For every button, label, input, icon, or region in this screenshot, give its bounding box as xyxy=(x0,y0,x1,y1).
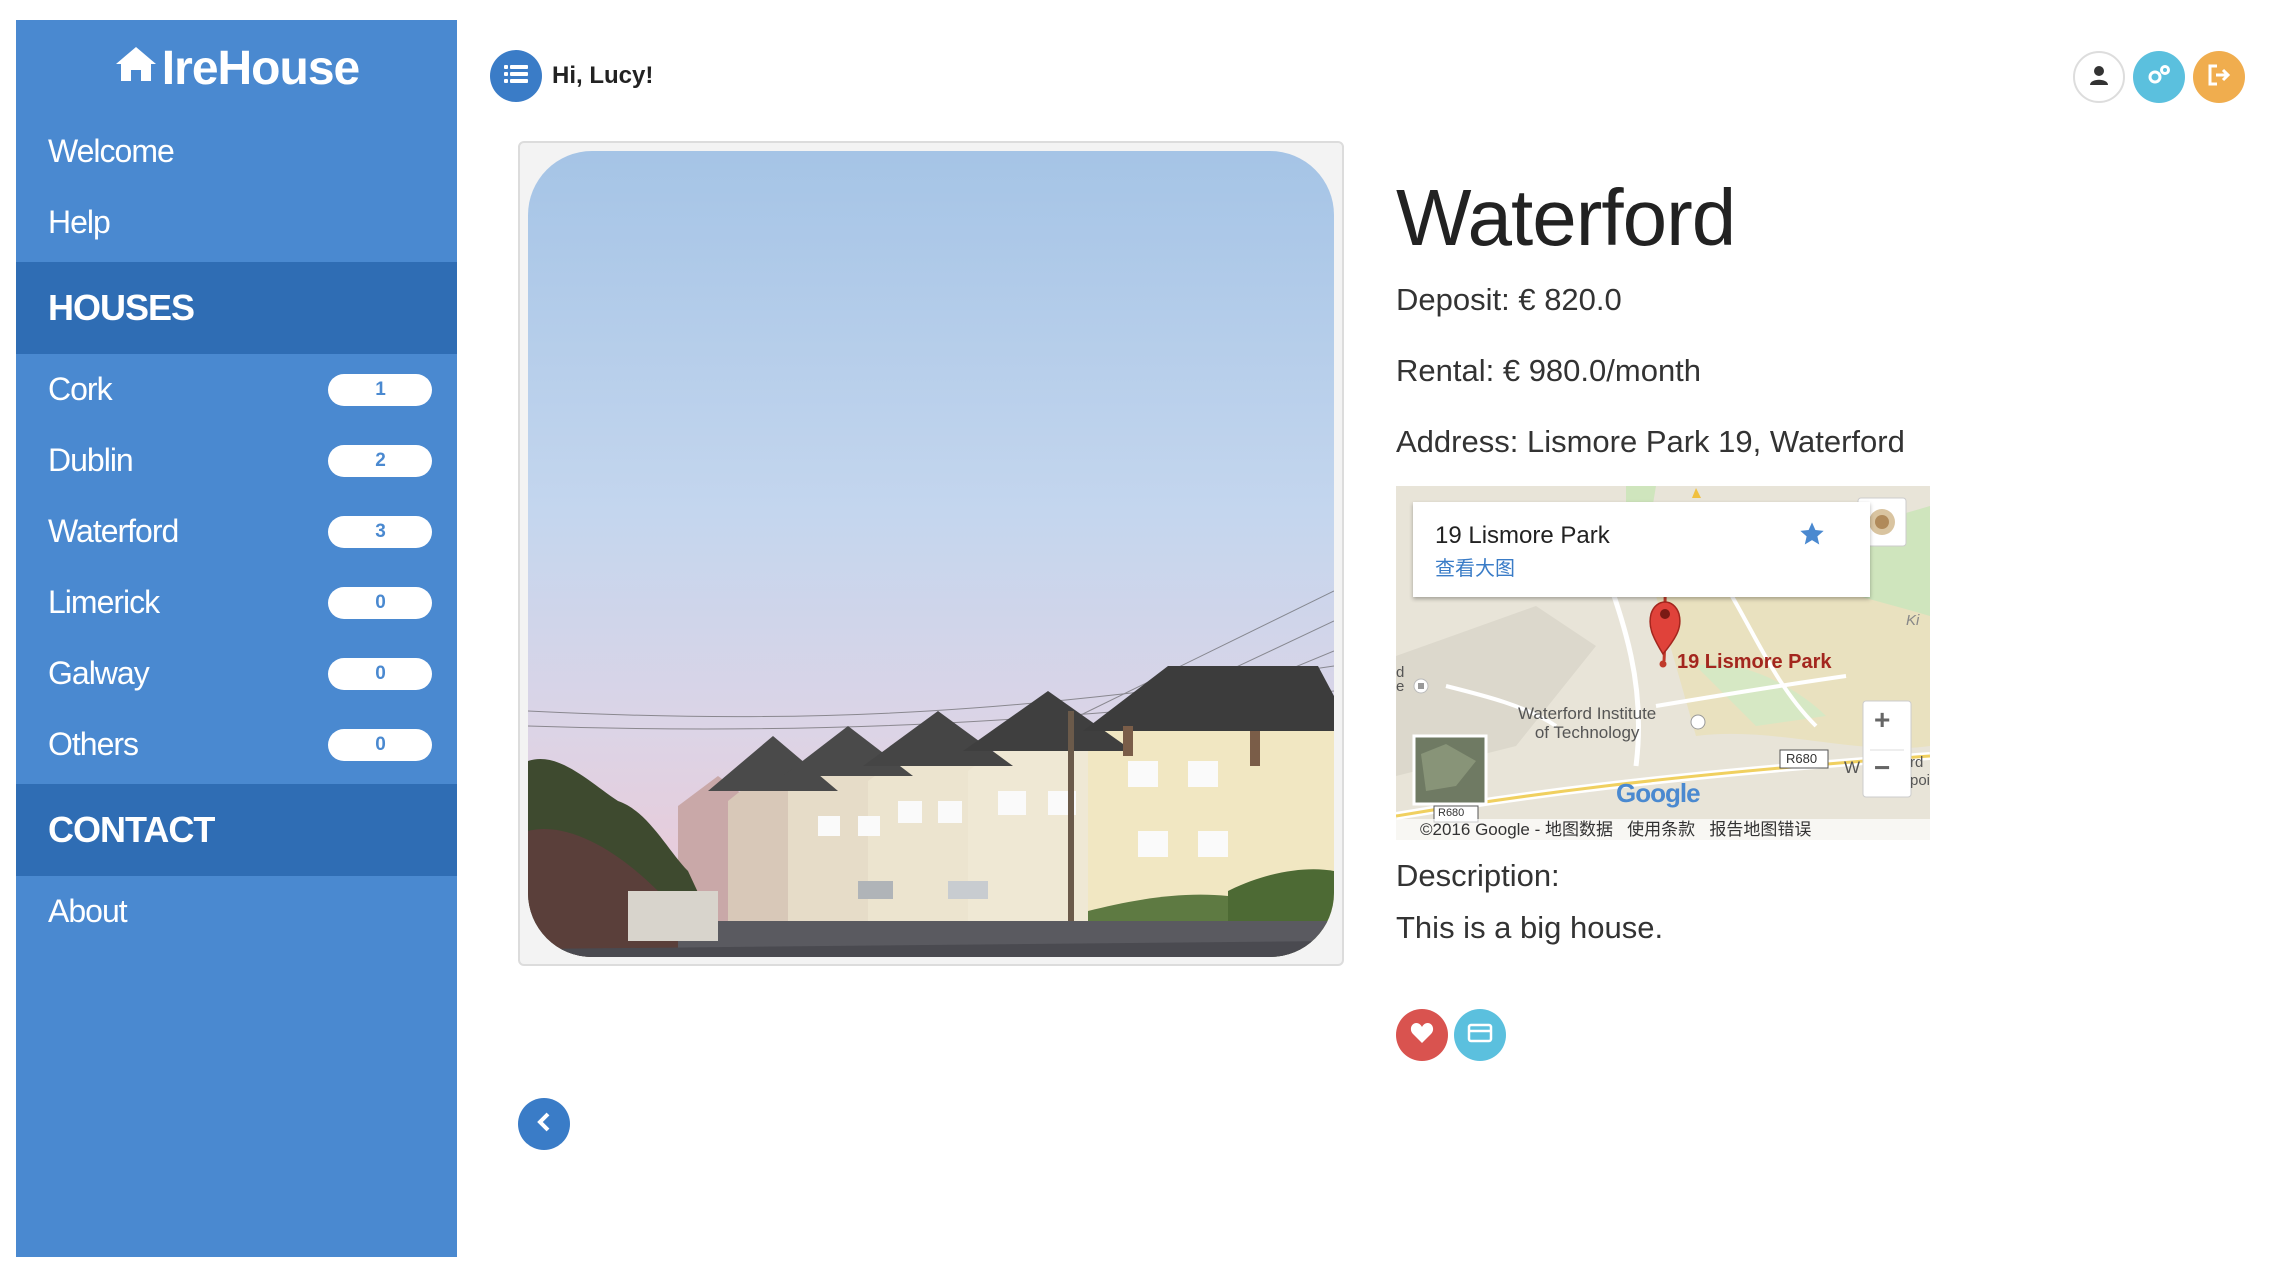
sidebar: IreHouse Welcome Help HOUSES Cork 1 Dubli… xyxy=(16,20,457,1257)
house-photo xyxy=(528,151,1334,957)
location-map[interactable]: 19 Lismore Park 查看大图 19 Lismore Park Wat… xyxy=(1396,486,1930,840)
sidebar-item-others[interactable]: Others 0 xyxy=(16,709,457,780)
sidebar-section-houses: HOUSES xyxy=(16,262,457,354)
sidebar-item-label: Others xyxy=(48,726,139,762)
zoom-in-button[interactable]: + xyxy=(1874,704,1890,736)
sidebar-item-label: Cork xyxy=(48,371,113,407)
map-fragment-label: poi xyxy=(1910,772,1930,789)
count-badge: 0 xyxy=(328,657,432,690)
house-photo-card xyxy=(518,141,1344,966)
map-marker-label: 19 Lismore Park xyxy=(1677,651,1832,673)
topbar-greeting-group: Hi, Lucy! xyxy=(490,50,653,102)
map-info-card: 19 Lismore Park 查看大图 xyxy=(1413,502,1870,597)
credit-card-icon xyxy=(1467,1023,1493,1048)
settings-icon xyxy=(2146,64,2172,91)
count-badge: 1 xyxy=(328,373,432,406)
house-details: Waterford Deposit: € 820.0 Rental: € 980… xyxy=(1396,168,1956,462)
map-card-title: 19 Lismore Park xyxy=(1435,522,1610,549)
profile-button[interactable] xyxy=(2073,51,2125,103)
star-icon[interactable] xyxy=(1798,520,1826,553)
google-logo: Google xyxy=(1616,778,1701,808)
map-poi-line: Waterford Institute xyxy=(1518,704,1657,723)
count-badge: 2 xyxy=(328,444,432,477)
back-button[interactable] xyxy=(518,1098,570,1150)
map-poi-line: of Technology xyxy=(1534,723,1640,742)
home-icon xyxy=(114,41,162,96)
sidebar-item-label: Help xyxy=(48,204,111,240)
brand-name: IreHouse xyxy=(161,41,360,95)
sidebar-item-waterford[interactable]: Waterford 3 xyxy=(16,496,457,567)
sidebar-item-help[interactable]: Help xyxy=(16,187,457,258)
payment-button[interactable] xyxy=(1454,1009,1506,1061)
favorite-button[interactable] xyxy=(1396,1009,1448,1061)
map-road-label: R680 xyxy=(1438,807,1465,819)
sidebar-item-label: Limerick xyxy=(48,584,160,620)
sidebar-item-label: Welcome xyxy=(48,133,175,169)
description-text: This is a big house. xyxy=(1396,910,1664,945)
deposit-text: Deposit: € 820.0 xyxy=(1396,282,1622,317)
description-label: Description: xyxy=(1396,858,1560,893)
sidebar-item-label: Galway xyxy=(48,655,150,691)
logout-icon xyxy=(2206,63,2232,92)
house-title: Waterford xyxy=(1396,173,1736,262)
settings-button[interactable] xyxy=(2133,51,2185,103)
count-badge: 0 xyxy=(328,728,432,761)
map-fragment-label: W xyxy=(1844,758,1861,777)
logout-button[interactable] xyxy=(2193,51,2245,103)
brand-logo[interactable]: IreHouse xyxy=(16,20,457,116)
map-road-label: R680 xyxy=(1786,751,1818,766)
rental-text: Rental: € 980.0/month xyxy=(1396,353,1702,388)
sidebar-item-welcome[interactable]: Welcome xyxy=(16,116,457,187)
chevron-left-icon xyxy=(536,1111,552,1138)
map-fragment-label: rd xyxy=(1910,754,1924,771)
heart-icon xyxy=(1410,1022,1434,1049)
user-icon xyxy=(2090,65,2108,90)
menu-toggle-button[interactable] xyxy=(490,50,542,102)
sidebar-item-label: Waterford xyxy=(48,513,179,549)
view-larger-map-link[interactable]: 查看大图 xyxy=(1435,552,1515,581)
map-fragment-label: e xyxy=(1396,678,1405,695)
count-badge: 3 xyxy=(328,515,432,548)
sidebar-item-galway[interactable]: Galway 0 xyxy=(16,638,457,709)
map-poi-institute: Waterford Institute of Technology xyxy=(1518,704,1656,742)
house-actions xyxy=(1396,1009,1506,1061)
list-icon xyxy=(504,64,528,89)
zoom-out-button[interactable]: − xyxy=(1874,752,1890,784)
address-text: Address: Lismore Park 19, Waterford xyxy=(1396,424,1905,459)
topbar-actions xyxy=(2073,51,2245,103)
sidebar-item-limerick[interactable]: Limerick 0 xyxy=(16,567,457,638)
sidebar-section-contact: CONTACT xyxy=(16,784,457,876)
count-badge: 0 xyxy=(328,586,432,619)
map-footer[interactable]: ©2016 Google - 地图数据 使用条款 报告地图错误 xyxy=(1396,819,1930,840)
sidebar-item-label: About xyxy=(48,893,128,929)
sidebar-item-label: Dublin xyxy=(48,442,134,478)
sidebar-item-dublin[interactable]: Dublin 2 xyxy=(16,425,457,496)
sidebar-item-cork[interactable]: Cork 1 xyxy=(16,354,457,425)
greeting-text: Hi, Lucy! xyxy=(552,62,654,89)
sidebar-item-about[interactable]: About xyxy=(16,876,457,947)
map-fragment-label: Ki xyxy=(1906,612,1920,629)
